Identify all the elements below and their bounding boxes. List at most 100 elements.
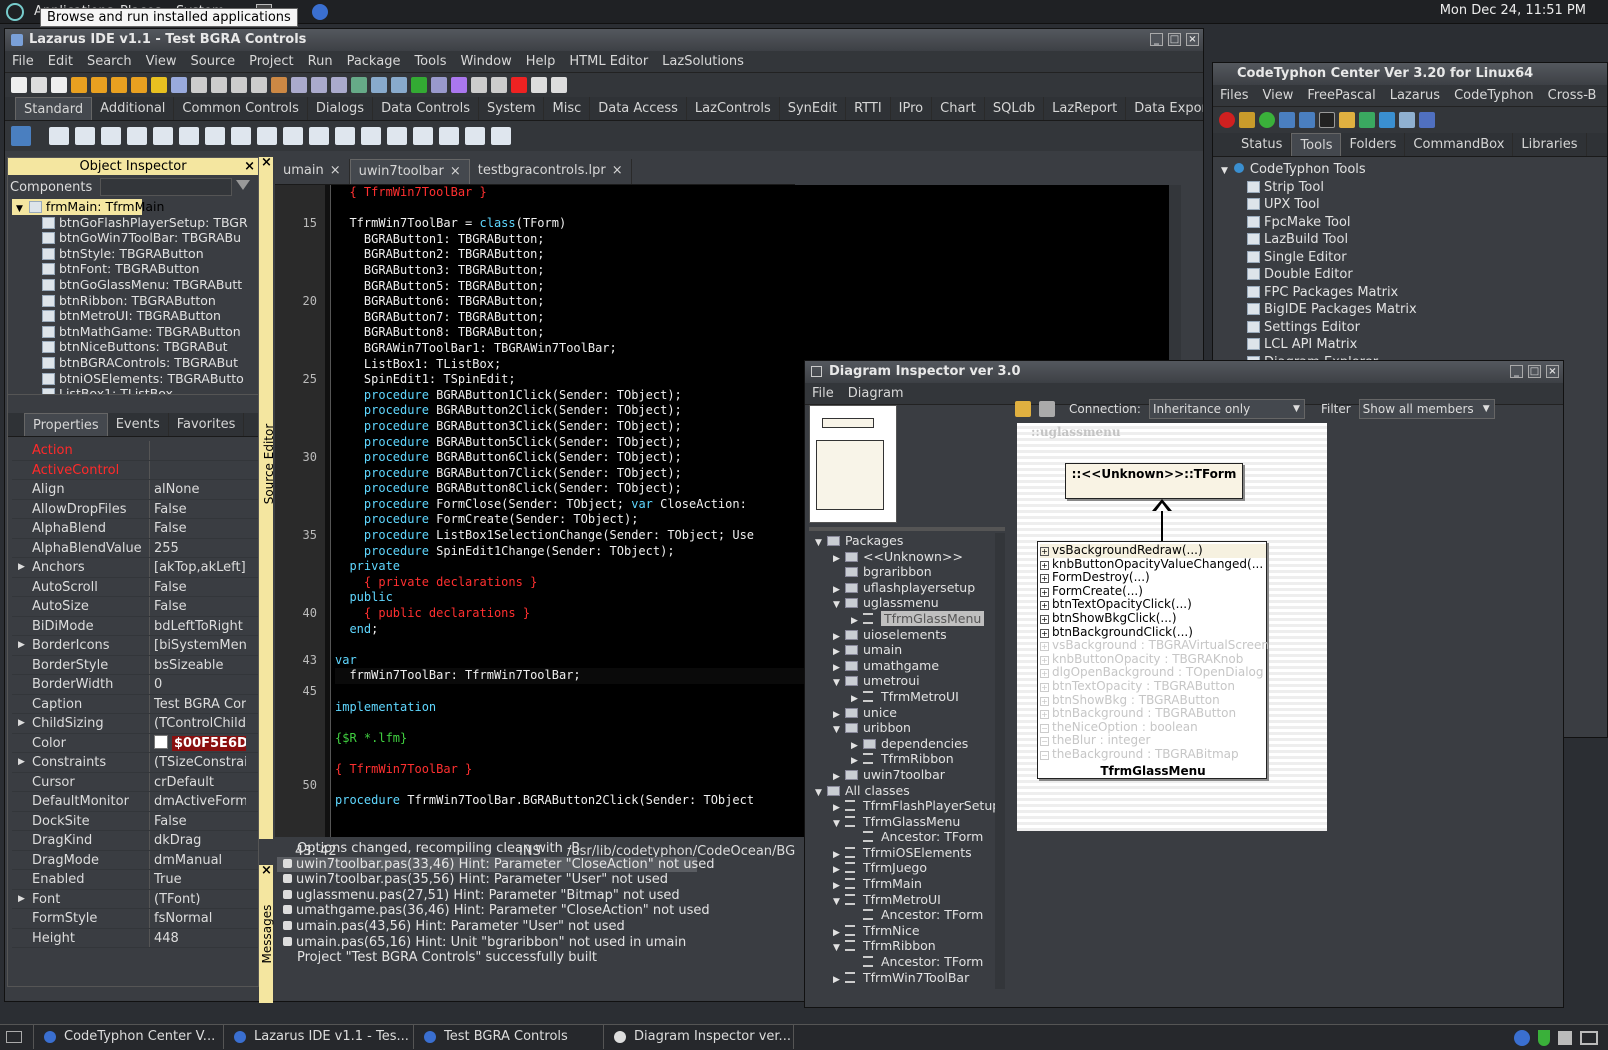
folder-icon[interactable]	[1339, 112, 1355, 128]
close-icon[interactable]: ×	[330, 163, 341, 184]
minimize-button[interactable]: _	[1150, 33, 1163, 46]
menu-item[interactable]: LazSolutions	[655, 54, 751, 69]
code-line[interactable]: BGRAButton5: TBGRAButton;	[335, 279, 1175, 295]
tree-node[interactable]: ▼ Packages	[809, 533, 1005, 549]
palette-tab[interactable]: Misc	[544, 97, 591, 120]
tree-item[interactable]: btnNiceButtons: TBGRABut	[12, 339, 258, 355]
property-value[interactable]: (TSizeConstrai	[150, 753, 246, 772]
toolbar-icon[interactable]	[491, 77, 507, 93]
property-row[interactable]: AlphaBlend False	[12, 519, 258, 539]
clean-icon[interactable]	[1399, 112, 1415, 128]
component-icon[interactable]	[335, 127, 355, 145]
field-item[interactable]: − theBlur : integer	[1040, 734, 1266, 748]
menu-item[interactable]: View	[139, 54, 184, 69]
components-filter-input[interactable]	[100, 178, 233, 196]
code-line[interactable]: BGRAButton8: TBGRAButton;	[335, 325, 1175, 341]
toolbar-icon[interactable]	[291, 77, 307, 93]
field-item[interactable]: − theNiceOption : boolean	[1040, 720, 1266, 735]
inspector-tab[interactable]: Events	[108, 413, 169, 436]
component-icon[interactable]	[387, 127, 407, 145]
tree-node[interactable]: ▼ TfrmMetroUI	[809, 892, 1005, 908]
menu-item[interactable]: Search	[80, 54, 139, 69]
tree-item[interactable]: btnStyle: TBGRAButton	[12, 246, 258, 262]
diagram-canvas[interactable]: ::uglassmenu ::<<Unknown>>::TForm + vsBac…	[1017, 423, 1327, 831]
expand-icon[interactable]: +	[1040, 710, 1049, 720]
message-item[interactable]: Project "Test BGRA Controls" successfull…	[277, 950, 797, 966]
menu-item[interactable]: Files	[1213, 88, 1256, 103]
field-item[interactable]: + btnShowBkg : TBGRAButton	[1040, 693, 1266, 708]
filter-icon[interactable]	[236, 180, 251, 194]
palette-tab[interactable]: SynEdit	[780, 97, 847, 120]
tree-node[interactable]: ▼ TfrmRibbon	[809, 938, 1005, 954]
stop-icon[interactable]	[1219, 112, 1235, 128]
parent-class-box[interactable]: ::<<Unknown>>::TForm	[1065, 463, 1243, 499]
open-folder-icon[interactable]	[1015, 401, 1031, 417]
property-value[interactable]: [biSystemMenu	[150, 636, 246, 655]
property-value[interactable]: Test BGRA Cor	[150, 695, 246, 714]
close-button[interactable]: ×	[1546, 365, 1559, 378]
toolbar-icon[interactable]	[311, 77, 327, 93]
codetyphon-titlebar[interactable]: CodeTyphon Center Ver 3.20 for Linux64	[1213, 63, 1607, 85]
property-row[interactable]: ▶ Font (TFont)	[12, 889, 258, 909]
tool-item[interactable]: LazBuild Tool	[1221, 231, 1607, 249]
toolbar-icon[interactable]	[251, 77, 267, 93]
expand-icon[interactable]: ▶	[18, 636, 25, 655]
expand-icon[interactable]: ▼	[815, 536, 827, 552]
menu-item[interactable]: Package	[340, 54, 408, 69]
network-icon[interactable]	[1580, 1030, 1598, 1045]
tools-icon[interactable]	[1239, 112, 1255, 128]
code-line[interactable]: BGRAButton1: TBGRAButton;	[335, 232, 1175, 248]
expand-icon[interactable]: ▶	[18, 890, 25, 909]
tree-item[interactable]: btnGoGlassMenu: TBGRAButt	[12, 277, 258, 293]
menu-item[interactable]: View	[1256, 88, 1301, 103]
property-value[interactable]: (TControlChildS	[150, 714, 246, 733]
tree-node[interactable]: ▶ uwin7toolbar	[809, 767, 1005, 783]
tree-node[interactable]: ▶ <<Unknown>>	[809, 549, 1005, 565]
toolbar-icon[interactable]	[511, 77, 527, 93]
palette-tab[interactable]: LazControls	[687, 97, 780, 120]
toolbar-icon[interactable]	[51, 77, 67, 93]
property-row[interactable]: BorderWidth 0	[12, 675, 258, 695]
message-item[interactable]: umain.pas(65,16) Hint: Unit "bgraribbon"…	[277, 935, 797, 951]
toolbar-icon[interactable]	[11, 77, 27, 93]
expand-icon[interactable]: +	[1040, 682, 1049, 692]
tool-item[interactable]: FpcMake Tool	[1221, 214, 1607, 232]
field-item[interactable]: + btnTextOpacity : TBGRAButton	[1040, 679, 1266, 694]
codetyphon-tab[interactable]: Folders	[1341, 133, 1406, 156]
tree-item[interactable]: btnBGRAControls: TBGRABut	[12, 355, 258, 371]
property-row[interactable]: DragMode dmManual	[12, 850, 258, 870]
expand-icon[interactable]: ▶	[833, 973, 845, 989]
tree-node[interactable]: ▶ TfrmFlashPlayerSetup	[809, 798, 1005, 814]
method-item[interactable]: + vsBackgroundRedraw(...)	[1040, 543, 1266, 558]
tree-item[interactable]: btniOSElements: TBGRAButto	[12, 371, 258, 387]
wizard-icon[interactable]	[1419, 112, 1435, 128]
menu-item[interactable]: Source	[183, 54, 242, 69]
property-row[interactable]: DefaultMonitor dmActiveForm	[12, 792, 258, 812]
menu-item[interactable]: File	[805, 386, 841, 401]
property-value[interactable]: crDefault	[150, 773, 246, 792]
toolbar-icon[interactable]	[331, 77, 347, 93]
property-row[interactable]: AutoScroll False	[12, 577, 258, 597]
typhon-tray-icon[interactable]	[1514, 1029, 1530, 1046]
property-row[interactable]: Action	[12, 441, 258, 461]
expand-icon[interactable]: ▼	[833, 598, 845, 614]
expand-icon[interactable]: +	[1040, 560, 1049, 570]
palette-tab[interactable]: Standard	[15, 97, 93, 120]
tool-item[interactable]: Strip Tool	[1221, 179, 1607, 197]
tree-item[interactable]: btnMathGame: TBGRAButton	[12, 324, 258, 340]
toolbar-icon[interactable]	[31, 77, 47, 93]
message-item[interactable]: Options changed, recompiling clean with …	[277, 841, 797, 857]
toolbar-icon[interactable]	[411, 77, 427, 93]
expand-icon[interactable]: ▼	[833, 941, 845, 957]
component-icon[interactable]	[283, 127, 303, 145]
expand-icon[interactable]: ▶	[18, 714, 25, 733]
property-value[interactable]: (TFont)	[150, 890, 246, 909]
toolbar-icon[interactable]	[171, 77, 187, 93]
expand-icon[interactable]: ▼	[833, 676, 845, 692]
property-value[interactable]: dmActiveForm	[150, 792, 246, 811]
field-item[interactable]: − theBackground : TBGRABitmap	[1040, 747, 1266, 762]
expand-icon[interactable]: −	[1040, 737, 1049, 747]
tree-node[interactable]: ▶ umathgame	[809, 658, 1005, 674]
property-value[interactable]: alNone	[150, 480, 246, 499]
close-icon[interactable]: ×	[244, 158, 255, 175]
